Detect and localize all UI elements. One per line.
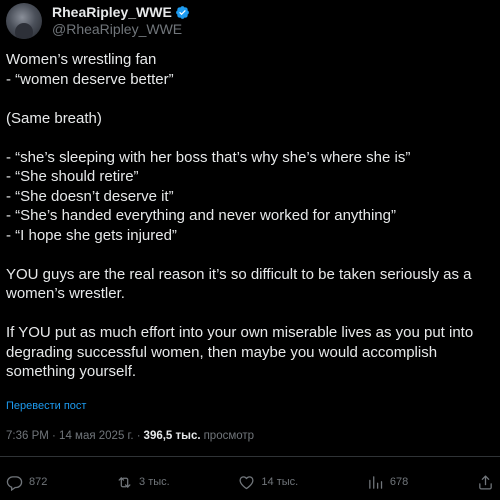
- tweet-line-gap: [6, 304, 494, 324]
- share-icon: [479, 474, 492, 490]
- reply-icon: [6, 475, 23, 491]
- display-name-row[interactable]: RheaRipley_WWE: [52, 4, 190, 21]
- tweet-line-gap: [6, 89, 494, 109]
- repost-count: 3 тыс.: [139, 476, 170, 488]
- bookmark-icon: [369, 475, 383, 489]
- reply-count: 872: [29, 476, 48, 488]
- tweet-line-gap: [6, 245, 494, 265]
- tweet-line: - “She doesn’t deserve it”: [6, 187, 174, 205]
- tweet-line: - “She should retire”: [6, 168, 139, 185]
- tweet-header: RheaRipley_WWE @RheaRipley_WWE: [6, 0, 190, 42]
- tweet-line: (Same breath): [6, 109, 102, 127]
- like-button[interactable]: 14 тыс.: [238, 474, 298, 491]
- tweet-line: - “women deserve better”: [6, 70, 174, 88]
- divider: [0, 456, 500, 457]
- handle[interactable]: @RheaRipley_WWE: [52, 21, 190, 38]
- like-count: 14 тыс.: [261, 476, 299, 488]
- views-label: просмотр: [203, 430, 255, 442]
- bookmark-count: 678: [389, 476, 409, 488]
- tweet-line: - “I hope she gets injured”: [6, 226, 177, 244]
- tweet-line: If YOU put as much effort into your own …: [6, 324, 474, 380]
- translate-post-link[interactable]: Перевести пост: [6, 400, 86, 412]
- author-names: RheaRipley_WWE @RheaRipley_WWE: [52, 4, 190, 38]
- share-button[interactable]: [477, 474, 494, 491]
- tweet-line: YOU guys are the real reason it’s so dif…: [6, 265, 472, 303]
- views-count: 396,5 тыс.: [143, 430, 201, 442]
- action-bar: 872 3 тыс. 14 тыс. 678: [6, 470, 494, 494]
- tweet-meta: 7:36 PM · 14 мая 2025 г. · 396,5 тыс. пр…: [6, 430, 254, 442]
- tweet-line: - “she’s sleeping with her boss that’s w…: [6, 148, 411, 166]
- bookmark-button[interactable]: 678: [367, 474, 408, 491]
- repost-icon: [118, 476, 131, 488]
- repost-button[interactable]: 3 тыс.: [116, 474, 170, 491]
- display-name[interactable]: RheaRipley_WWE: [52, 4, 172, 21]
- tweet-line: - “She’s handed everything and never wor…: [6, 207, 396, 224]
- verified-badge-icon: [175, 6, 189, 19]
- timestamp[interactable]: 7:36 PM · 14 мая 2025 г. ·: [6, 430, 141, 442]
- heart-icon: [239, 475, 254, 489]
- avatar[interactable]: [6, 3, 42, 39]
- tweet-line: Women’s wrestling fan: [6, 51, 157, 68]
- tweet-text: Women’s wrestling fan - “women deserve b…: [6, 50, 494, 382]
- reply-button[interactable]: 872: [6, 474, 47, 491]
- tweet-line-gap: [6, 128, 494, 148]
